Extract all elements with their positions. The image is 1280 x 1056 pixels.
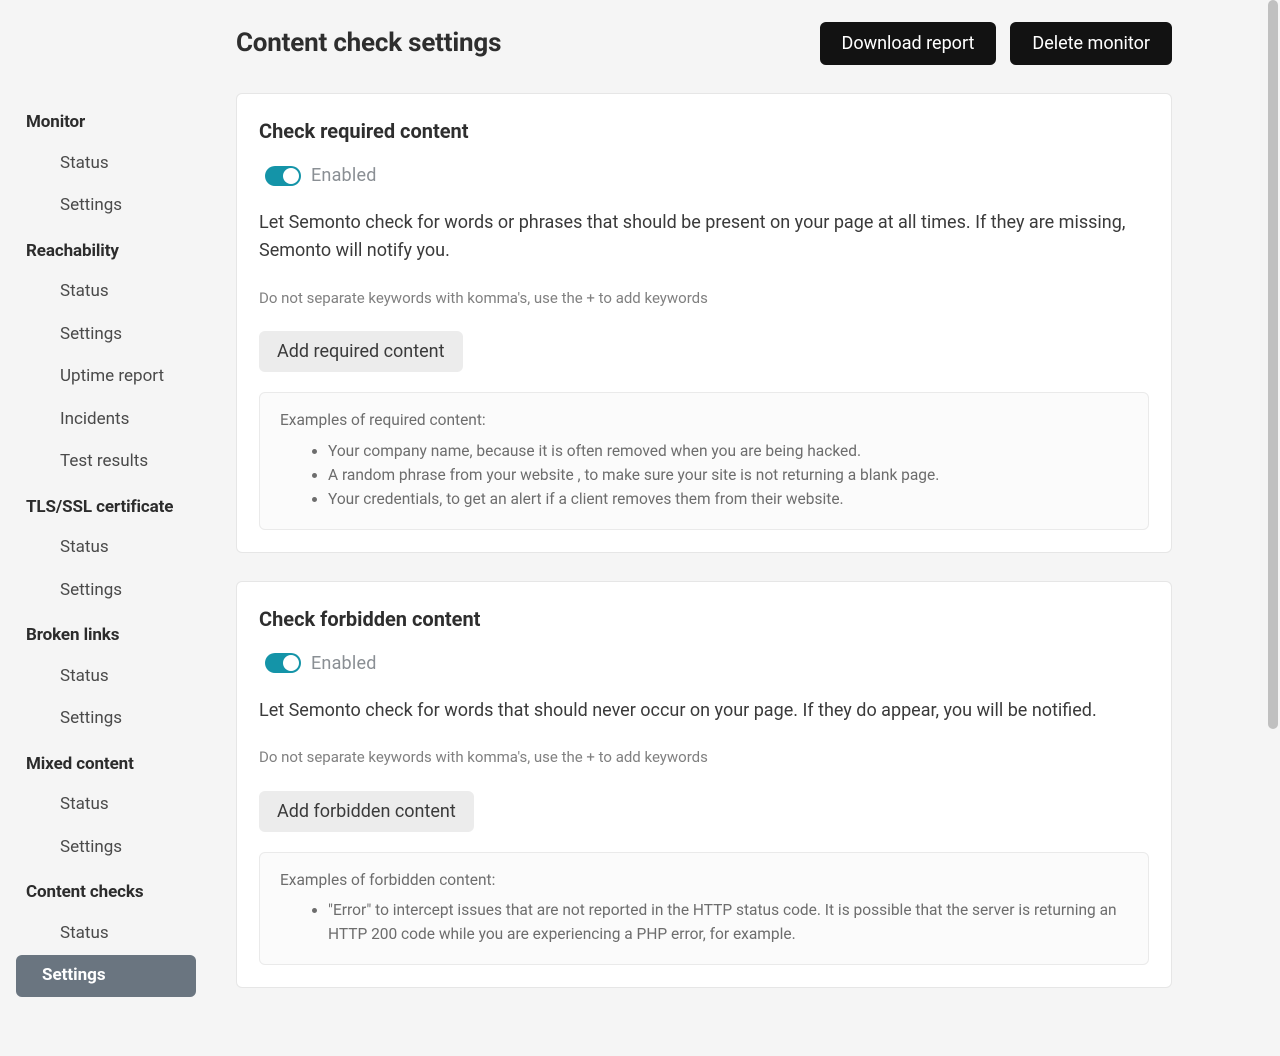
nav-group: Content checksStatusSettings [0,870,210,997]
add-required-content-button[interactable]: Add required content [259,331,463,372]
nav-group: ReachabilityStatusSettingsUptime reportI… [0,229,210,483]
page-header: Content check settings Download report D… [236,22,1172,65]
sidebar-item-reachability-incidents[interactable]: Incidents [16,399,196,441]
sidebar-item-broken-links-status[interactable]: Status [16,656,196,698]
sidebar-item-reachability-uptime-report[interactable]: Uptime report [16,356,196,398]
page-title: Content check settings [236,24,501,63]
scrollbar[interactable] [1266,0,1280,1041]
card-title-forbidden: Check forbidden content [259,604,1149,634]
required-description: Let Semonto check for words or phrases t… [259,209,1149,265]
nav-heading: Mixed content [0,742,210,784]
example-item: Your company name, because it is often r… [328,439,1128,463]
delete-monitor-button[interactable]: Delete monitor [1010,22,1172,65]
nav-group: Mixed contentStatusSettings [0,742,210,869]
sidebar-item-reachability-status[interactable]: Status [16,271,196,313]
nav-heading: Content checks [0,870,210,912]
sidebar-item-tls-ssl-certificate-settings[interactable]: Settings [16,570,196,612]
required-hint: Do not separate keywords with komma's, u… [259,287,1149,310]
sidebar-item-content-checks-status[interactable]: Status [16,913,196,955]
header-actions: Download report Delete monitor [820,22,1173,65]
sidebar-item-monitor-status[interactable]: Status [16,143,196,185]
nav-heading: Reachability [0,229,210,271]
required-enabled-toggle[interactable] [265,166,301,186]
add-forbidden-content-button[interactable]: Add forbidden content [259,791,474,832]
forbidden-examples-title: Examples of forbidden content: [280,869,1128,892]
example-item: A random phrase from your website , to m… [328,463,1128,487]
required-examples-title: Examples of required content: [280,409,1128,432]
main-content: Content check settings Download report D… [210,0,1190,1056]
example-item: Your credentials, to get an alert if a c… [328,487,1128,511]
required-enabled-label: Enabled [311,162,377,189]
example-item: "Error" to intercept issues that are not… [328,898,1128,946]
required-content-card: Check required content Enabled Let Semon… [236,93,1172,553]
sidebar: MonitorStatusSettingsReachabilityStatusS… [0,0,210,1056]
forbidden-hint: Do not separate keywords with komma's, u… [259,746,1149,769]
download-report-button[interactable]: Download report [820,22,997,65]
nav-heading: TLS/SSL certificate [0,485,210,527]
required-enabled-toggle-row: Enabled [265,162,1149,189]
nav-heading: Monitor [0,100,210,142]
nav-group: MonitorStatusSettings [0,100,210,227]
sidebar-item-mixed-content-settings[interactable]: Settings [16,827,196,869]
card-title-required: Check required content [259,116,1149,146]
sidebar-item-broken-links-settings[interactable]: Settings [16,698,196,740]
forbidden-enabled-label: Enabled [311,650,377,677]
sidebar-item-reachability-test-results[interactable]: Test results [16,441,196,483]
sidebar-item-monitor-settings[interactable]: Settings [16,185,196,227]
required-examples-box: Examples of required content: Your compa… [259,392,1149,529]
sidebar-item-reachability-settings[interactable]: Settings [16,314,196,356]
nav-group: TLS/SSL certificateStatusSettings [0,485,210,612]
sidebar-item-content-checks-settings[interactable]: Settings [16,955,196,997]
sidebar-item-tls-ssl-certificate-status[interactable]: Status [16,527,196,569]
nav-group: Broken linksStatusSettings [0,613,210,740]
forbidden-description: Let Semonto check for words that should … [259,697,1149,725]
sidebar-item-mixed-content-status[interactable]: Status [16,784,196,826]
forbidden-content-card: Check forbidden content Enabled Let Semo… [236,581,1172,989]
forbidden-enabled-toggle[interactable] [265,653,301,673]
nav-heading: Broken links [0,613,210,655]
scrollbar-thumb[interactable] [1268,0,1278,729]
forbidden-examples-box: Examples of forbidden content: "Error" t… [259,852,1149,965]
forbidden-enabled-toggle-row: Enabled [265,650,1149,677]
